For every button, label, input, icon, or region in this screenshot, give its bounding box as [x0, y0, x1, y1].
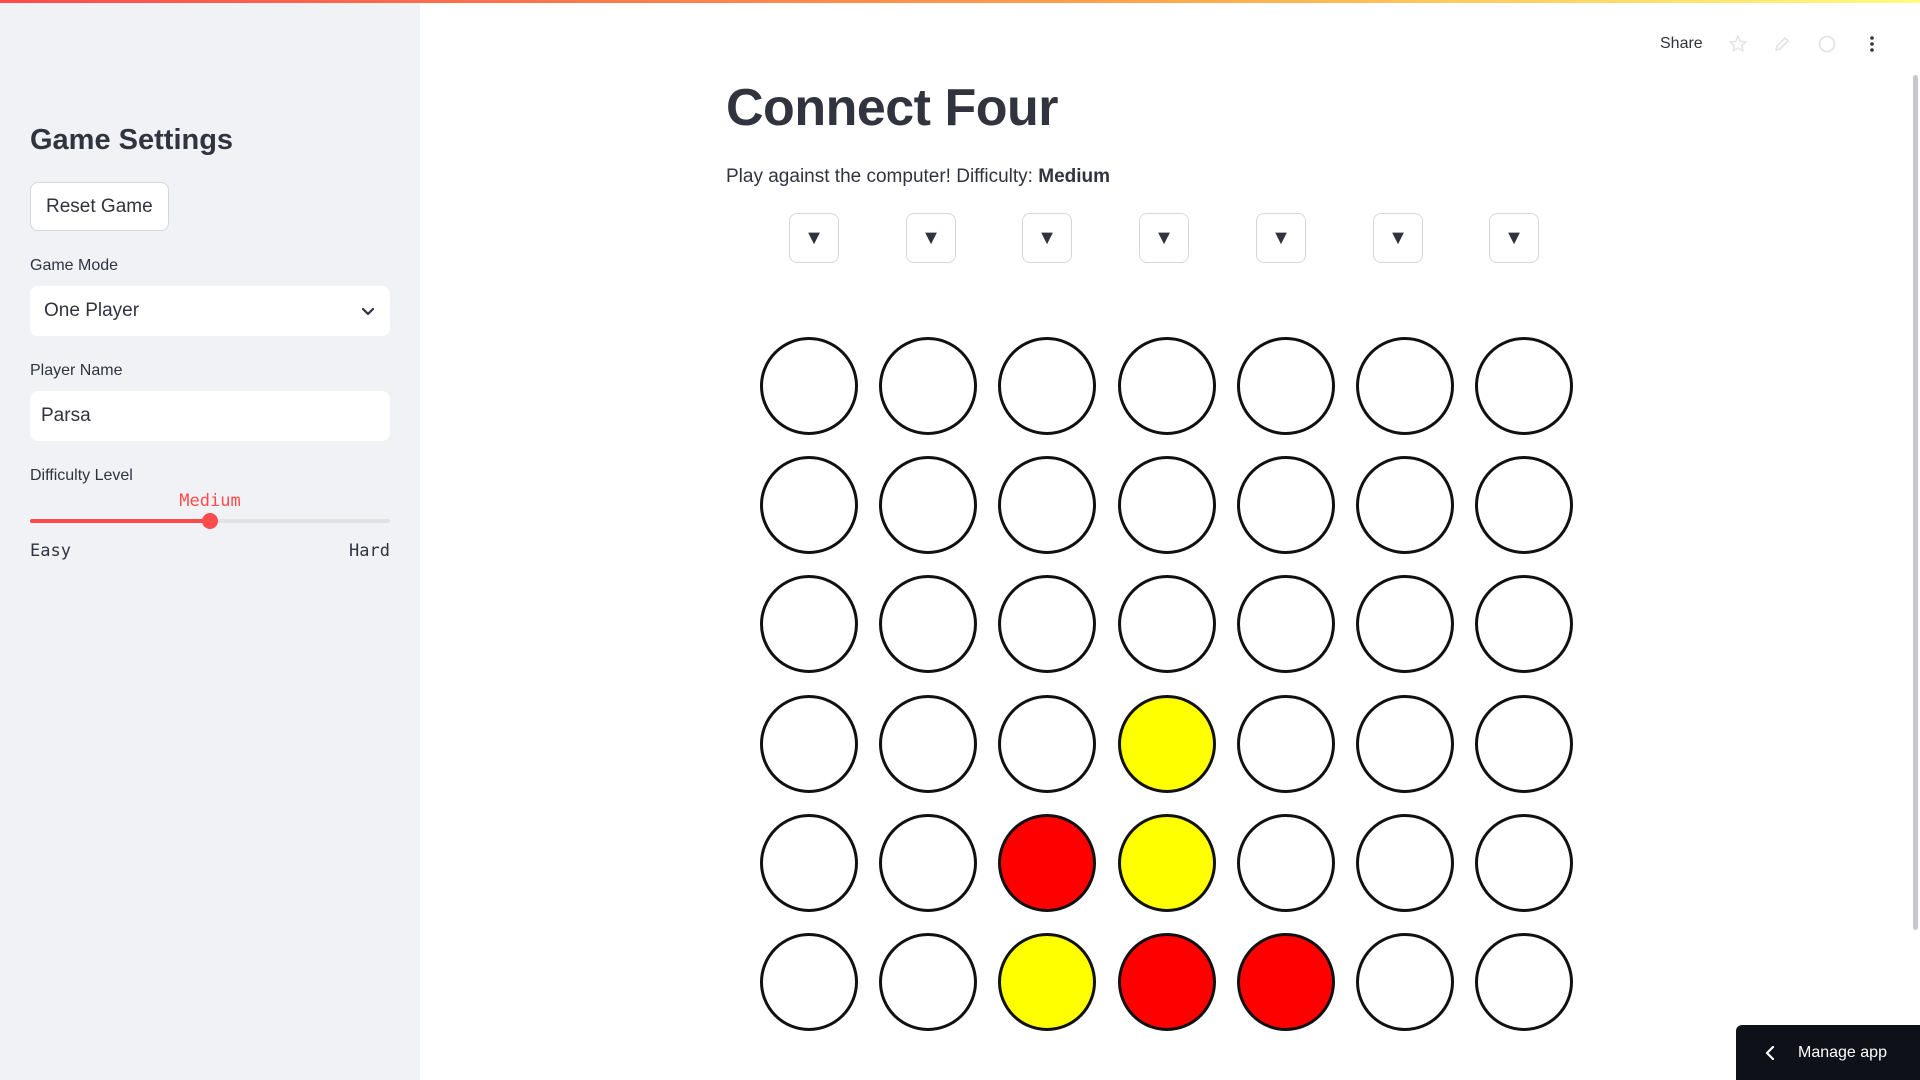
- reset-game-button[interactable]: Reset Game: [30, 182, 169, 231]
- difficulty-label: Difficulty Level: [30, 467, 133, 484]
- drop-button-col-1[interactable]: ▼: [789, 213, 839, 263]
- board-cell-r5-c7-empty-cell: [1475, 814, 1573, 912]
- difficulty-slider-track[interactable]: [30, 513, 390, 529]
- board-cell-r6-c7-empty-cell: [1475, 933, 1573, 1031]
- page-title: Connect Four: [726, 79, 1058, 137]
- board-cell-r6-c6-empty-cell: [1356, 933, 1454, 1031]
- manage-app-label: Manage app: [1798, 1043, 1887, 1061]
- drop-button-col-6[interactable]: ▼: [1373, 213, 1423, 263]
- drop-button-col-4[interactable]: ▼: [1139, 213, 1189, 263]
- board-cell-r4-c1-empty-cell: [760, 695, 858, 793]
- subtitle-difficulty: Medium: [1038, 166, 1111, 187]
- board-cell-r2-c4-empty-cell: [1118, 456, 1216, 554]
- board-cell-r5-c4-yellow-piece: [1118, 814, 1216, 912]
- drop-button-col-5[interactable]: ▼: [1256, 213, 1306, 263]
- player-name-input[interactable]: Parsa: [30, 391, 390, 441]
- board-cell-r3-c2-empty-cell: [879, 575, 977, 673]
- board-cell-r6-c4-red-piece: [1118, 933, 1216, 1031]
- chevron-down-icon: [360, 303, 376, 319]
- board-cell-r2-c1-empty-cell: [760, 456, 858, 554]
- board-cell-r4-c7-empty-cell: [1475, 695, 1573, 793]
- game-mode-value: One Player: [44, 300, 140, 321]
- board-cell-r3-c7-empty-cell: [1475, 575, 1573, 673]
- game-mode-select[interactable]: One Player: [30, 286, 390, 336]
- board-cell-r3-c3-empty-cell: [998, 575, 1096, 673]
- board-cell-r1-c2-empty-cell: [879, 337, 977, 435]
- drop-button-col-7[interactable]: ▼: [1489, 213, 1539, 263]
- player-name-label: Player Name: [30, 362, 123, 379]
- main-scrollbar[interactable]: [1913, 75, 1918, 930]
- sidebar-heading: Game Settings: [30, 124, 234, 156]
- board-cell-r2-c2-empty-cell: [879, 456, 977, 554]
- board-cell-r6-c1-empty-cell: [760, 933, 858, 1031]
- board-cell-r5-c2-empty-cell: [879, 814, 977, 912]
- page-subtitle: Play against the computer! Difficulty: M…: [726, 166, 1110, 188]
- manage-app-button[interactable]: Manage app: [1736, 1025, 1920, 1080]
- board-cell-r1-c5-empty-cell: [1237, 337, 1335, 435]
- board-cell-r1-c3-empty-cell: [998, 337, 1096, 435]
- board-cell-r3-c1-empty-cell: [760, 575, 858, 673]
- top-decoration-bar: [0, 0, 1920, 3]
- difficulty-max-label: Hard: [349, 541, 390, 561]
- board-cell-r6-c2-empty-cell: [879, 933, 977, 1031]
- board-cell-r6-c5-red-piece: [1237, 933, 1335, 1031]
- sidebar: Game Settings Reset Game Game Mode One P…: [0, 0, 420, 1080]
- board-cell-r4-c3-empty-cell: [998, 695, 1096, 793]
- board-cell-r2-c7-empty-cell: [1475, 456, 1573, 554]
- more-vertical-icon[interactable]: [1862, 34, 1882, 54]
- difficulty-slider-fill: [30, 519, 210, 523]
- drop-button-col-3[interactable]: ▼: [1022, 213, 1072, 263]
- difficulty-slider-thumb[interactable]: [202, 513, 218, 529]
- star-icon[interactable]: [1728, 34, 1748, 54]
- board-cell-r1-c6-empty-cell: [1356, 337, 1454, 435]
- board-cell-r1-c4-empty-cell: [1118, 337, 1216, 435]
- board-cell-r4-c5-empty-cell: [1237, 695, 1335, 793]
- board-cell-r1-c1-empty-cell: [760, 337, 858, 435]
- edit-icon[interactable]: [1772, 34, 1792, 54]
- board-cell-r5-c6-empty-cell: [1356, 814, 1454, 912]
- board-cell-r2-c3-empty-cell: [998, 456, 1096, 554]
- board-cell-r2-c5-empty-cell: [1237, 456, 1335, 554]
- difficulty-slider-value: Medium: [179, 491, 241, 511]
- board-cell-r5-c3-red-piece: [998, 814, 1096, 912]
- github-icon[interactable]: [1817, 34, 1837, 54]
- subtitle-text: Play against the computer! Difficulty:: [726, 166, 1039, 187]
- board-cell-r5-c5-empty-cell: [1237, 814, 1335, 912]
- player-name-value: Parsa: [41, 405, 91, 426]
- share-button[interactable]: Share: [1660, 35, 1703, 53]
- board-cell-r6-c3-yellow-piece: [998, 933, 1096, 1031]
- board-cell-r2-c6-empty-cell: [1356, 456, 1454, 554]
- difficulty-min-label: Easy: [30, 541, 71, 561]
- board-cell-r4-c4-yellow-piece: [1118, 695, 1216, 793]
- board-cell-r3-c6-empty-cell: [1356, 575, 1454, 673]
- board-cell-r1-c7-empty-cell: [1475, 337, 1573, 435]
- board-cell-r3-c5-empty-cell: [1237, 575, 1335, 673]
- board-cell-r3-c4-empty-cell: [1118, 575, 1216, 673]
- board-cell-r4-c2-empty-cell: [879, 695, 977, 793]
- game-mode-label: Game Mode: [30, 257, 119, 274]
- board-cell-r4-c6-empty-cell: [1356, 695, 1454, 793]
- app-root: Game Settings Reset Game Game Mode One P…: [0, 0, 1920, 1080]
- chevron-left-icon: [1765, 1045, 1775, 1060]
- drop-button-col-2[interactable]: ▼: [906, 213, 956, 263]
- board-cell-r5-c1-empty-cell: [760, 814, 858, 912]
